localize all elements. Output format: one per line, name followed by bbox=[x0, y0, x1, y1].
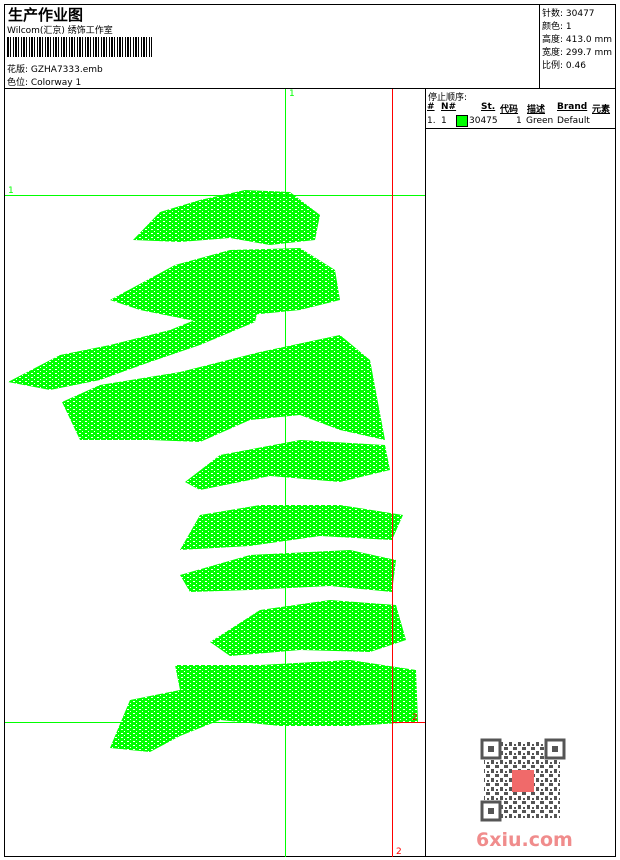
stitch-band bbox=[133, 190, 320, 245]
seal-icon bbox=[512, 770, 534, 792]
stitch-band bbox=[180, 505, 403, 550]
guide-label-h2: 2 bbox=[412, 713, 418, 723]
guide-h-green-bottom bbox=[5, 722, 425, 723]
guide-h-green-top bbox=[5, 195, 425, 196]
guide-v-green bbox=[285, 89, 286, 857]
stitch-band bbox=[210, 600, 406, 656]
stitch-band bbox=[110, 660, 418, 752]
guide-h-red bbox=[392, 722, 425, 723]
guide-label-v2: 2 bbox=[396, 847, 402, 857]
guide-label-h1: 1 bbox=[8, 186, 14, 196]
watermark-logo: 6xiu.com bbox=[476, 829, 573, 851]
qr-code bbox=[480, 738, 566, 822]
stitch-band bbox=[185, 440, 390, 490]
embroidery-preview bbox=[5, 89, 566, 857]
guide-v-red bbox=[392, 89, 393, 857]
stitch-band bbox=[180, 550, 396, 592]
guide-label-v1: 1 bbox=[289, 89, 295, 99]
